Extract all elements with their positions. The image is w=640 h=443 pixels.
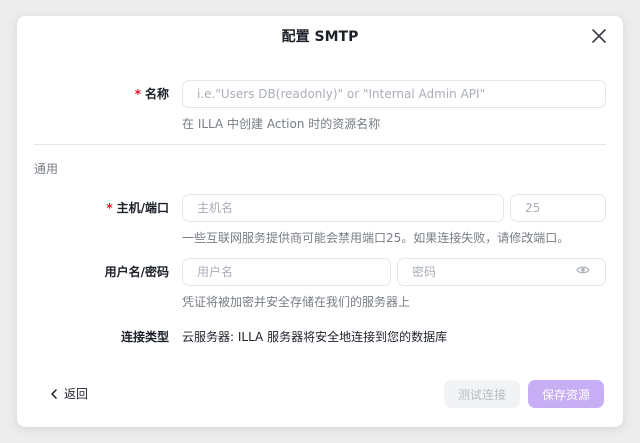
save-resource-button[interactable]: 保存资源 [528,380,604,408]
name-input[interactable] [182,80,606,108]
general-section-title: 通用 [34,162,59,176]
username-input[interactable] [182,258,391,286]
smtp-config-modal: 配置 SMTP *名称 在 ILLA 中创建 Action 时的资源名称 通用 … [17,16,623,427]
chevron-left-icon [51,389,57,399]
section-divider [34,144,606,145]
credentials-label: 用户名/密码 [104,265,169,279]
host-port-label: * 主机/端口 [17,194,169,222]
connection-type-value: 云服务器: ILLA 服务器将安全地连接到您的数据库 [182,330,448,344]
modal-title: 配置 SMTP [281,29,359,45]
required-mark: * [134,87,141,101]
password-input[interactable] [397,258,606,286]
test-connection-button[interactable]: 测试连接 [444,380,520,408]
name-label-text: 名称 [144,87,169,101]
credentials-hint: 凭证将被加密并安全存储在我们的服务器上 [182,295,411,309]
connection-type-label: 连接类型 [120,330,169,344]
eye-icon[interactable] [576,265,590,275]
name-label: * 名称 [17,80,169,108]
name-hint: 在 ILLA 中创建 Action 时的资源名称 [182,117,381,131]
host-port-label-text: 主机/端口 [116,201,169,215]
close-icon[interactable] [589,26,609,46]
host-port-hint: 一些互联网服务提供商可能会禁用端口25。如果连接失败，请修改端口。 [182,231,570,245]
host-input[interactable] [182,194,504,222]
back-label: 返回 [64,387,89,401]
back-button[interactable]: 返回 [50,382,88,406]
port-input[interactable] [510,194,606,222]
required-mark: * [106,201,113,215]
